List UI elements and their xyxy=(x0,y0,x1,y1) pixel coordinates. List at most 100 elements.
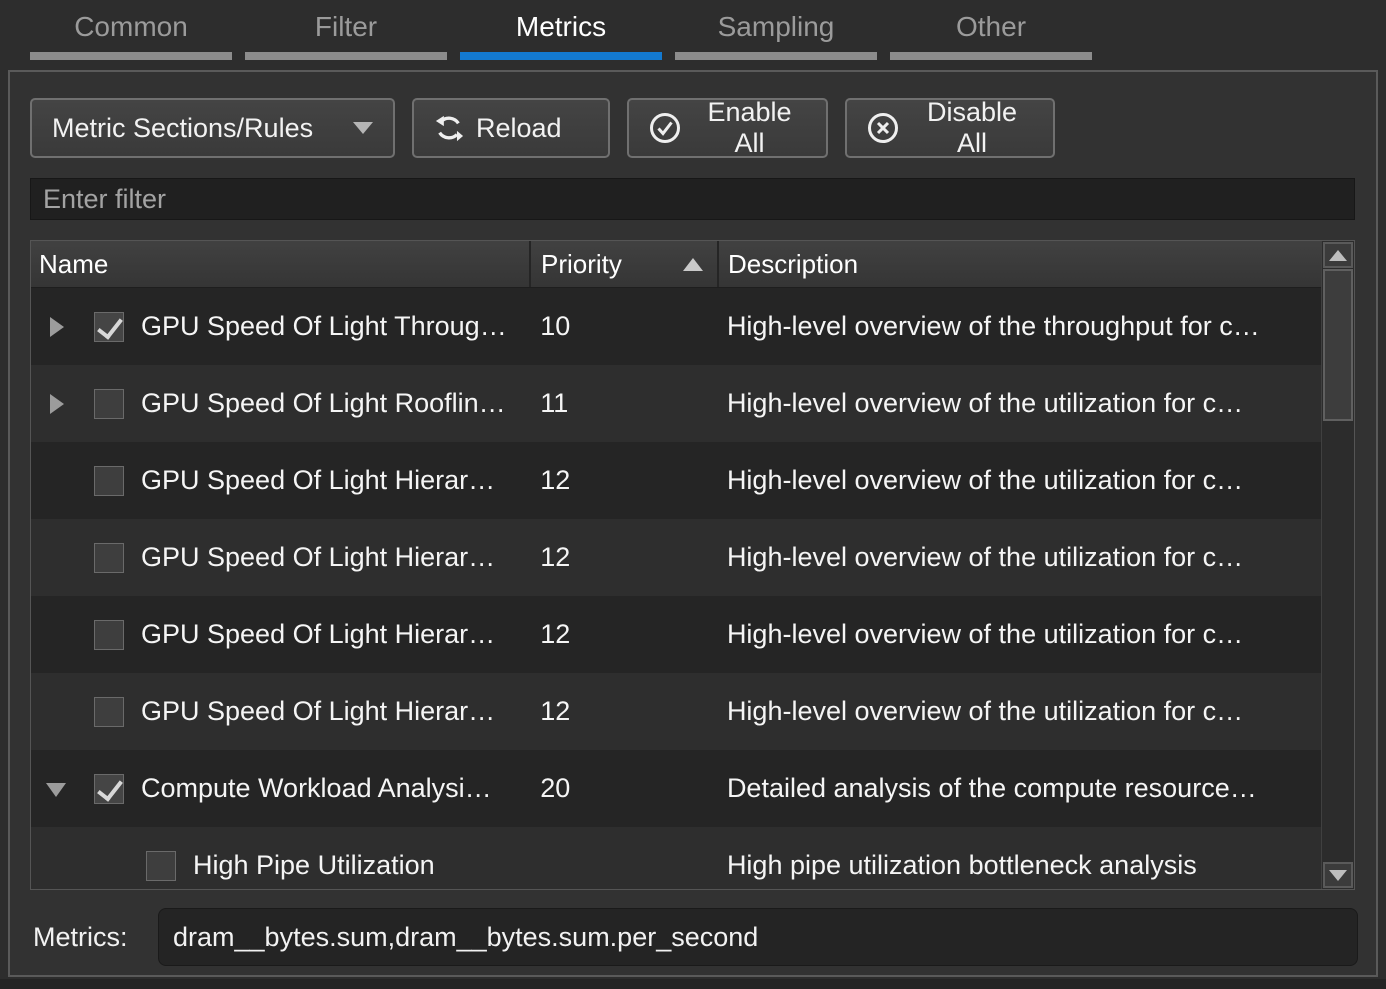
row-checkbox[interactable] xyxy=(94,312,124,342)
row-priority-cell: 12 xyxy=(530,596,718,673)
expander-icon[interactable] xyxy=(49,470,65,492)
reload-icon xyxy=(434,113,464,143)
row-checkbox[interactable] xyxy=(94,389,124,419)
tab-label: Common xyxy=(74,11,188,42)
row-name-label: GPU Speed Of Light Hierar… xyxy=(141,619,495,650)
row-description-cell: High-level overview of the utilization f… xyxy=(718,365,1321,442)
disable-all-button[interactable]: Disable All xyxy=(845,98,1055,158)
tab-bar: Common Filter Metrics Sampling Other xyxy=(30,0,1105,60)
enable-all-button-label: Enable All xyxy=(693,97,806,159)
scrollbar-thumb[interactable] xyxy=(1323,269,1353,421)
row-name-cell: GPU Speed Of Light Hierar… xyxy=(31,596,530,673)
tab-filter[interactable]: Filter xyxy=(245,0,447,60)
disable-all-button-label: Disable All xyxy=(911,97,1033,159)
row-name-label: High Pipe Utilization xyxy=(193,850,435,881)
row-checkbox[interactable] xyxy=(94,620,124,650)
expander-icon[interactable] xyxy=(49,547,65,569)
row-name-label: GPU Speed Of Light Hierar… xyxy=(141,465,495,496)
tab-label: Filter xyxy=(315,11,377,42)
expander-icon[interactable] xyxy=(101,855,117,877)
table-row[interactable]: Compute Workload Analysi… 20 Detailed an… xyxy=(31,750,1321,827)
row-checkbox[interactable] xyxy=(94,543,124,573)
row-priority-cell: 11 xyxy=(530,365,718,442)
metrics-panel: Metric Sections/Rules Reload Enable All xyxy=(8,70,1378,977)
tab-metrics[interactable]: Metrics xyxy=(460,0,662,60)
tab-underline xyxy=(245,52,447,60)
filter-input[interactable] xyxy=(30,178,1355,220)
row-checkbox[interactable] xyxy=(94,466,124,496)
scrollbar-up-button[interactable] xyxy=(1323,242,1353,268)
column-header-description[interactable]: Description xyxy=(719,241,1323,287)
row-description-cell: Detailed analysis of the compute resourc… xyxy=(718,750,1321,827)
tab-underline xyxy=(460,52,662,60)
row-description-cell: High-level overview of the utilization f… xyxy=(718,519,1321,596)
row-priority-cell xyxy=(530,827,718,889)
row-description-cell: High-level overview of the utilization f… xyxy=(718,673,1321,750)
row-priority-cell: 12 xyxy=(530,673,718,750)
expander-icon[interactable] xyxy=(49,624,65,646)
table-row[interactable]: GPU Speed Of Light Throug… 10 High-level… xyxy=(31,288,1321,365)
vertical-scrollbar[interactable] xyxy=(1321,241,1354,889)
row-priority-cell: 20 xyxy=(530,750,718,827)
tab-other[interactable]: Other xyxy=(890,0,1092,60)
bottom-strip xyxy=(0,979,1386,989)
chevron-down-icon xyxy=(353,122,373,134)
tab-underline xyxy=(675,52,877,60)
reload-button-label: Reload xyxy=(476,113,562,144)
sort-ascending-icon xyxy=(683,258,703,271)
row-name-label: GPU Speed Of Light Hierar… xyxy=(141,542,495,573)
tab-common[interactable]: Common xyxy=(30,0,232,60)
table-row[interactable]: GPU Speed Of Light Hierar… 12 High-level… xyxy=(31,596,1321,673)
column-header-name[interactable]: Name xyxy=(31,241,531,287)
metrics-label: Metrics: xyxy=(33,908,128,966)
row-name-cell: GPU Speed Of Light Rooflin… xyxy=(31,365,530,442)
row-name-label: GPU Speed Of Light Throug… xyxy=(141,311,507,342)
row-checkbox[interactable] xyxy=(94,697,124,727)
metrics-table: Name Priority Description GPU Speed Of L… xyxy=(30,240,1355,890)
metrics-options-dialog: Common Filter Metrics Sampling Other Met… xyxy=(0,0,1386,989)
row-description-cell: High-level overview of the utilization f… xyxy=(718,596,1321,673)
expander-icon[interactable] xyxy=(49,778,65,800)
table-row[interactable]: GPU Speed Of Light Hierar… 12 High-level… xyxy=(31,519,1321,596)
table-header: Name Priority Description xyxy=(31,241,1354,288)
table-row[interactable]: GPU Speed Of Light Hierar… 12 High-level… xyxy=(31,442,1321,519)
row-checkbox[interactable] xyxy=(146,851,176,881)
row-name-label: GPU Speed Of Light Hierar… xyxy=(141,696,495,727)
scroll-up-icon xyxy=(1329,250,1347,261)
column-header-priority-label: Priority xyxy=(541,249,622,280)
column-header-priority[interactable]: Priority xyxy=(531,241,719,287)
row-name-cell: GPU Speed Of Light Hierar… xyxy=(31,673,530,750)
tab-label: Sampling xyxy=(718,11,835,42)
reload-button[interactable]: Reload xyxy=(412,98,610,158)
scrollbar-down-button[interactable] xyxy=(1323,862,1353,888)
table-row[interactable]: High Pipe Utilization High pipe utilizat… xyxy=(31,827,1321,889)
tab-sampling[interactable]: Sampling xyxy=(675,0,877,60)
tab-underline xyxy=(30,52,232,60)
tab-label: Other xyxy=(956,11,1026,42)
metric-sections-dropdown[interactable]: Metric Sections/Rules xyxy=(30,98,395,158)
row-priority-cell: 12 xyxy=(530,442,718,519)
row-name-cell: High Pipe Utilization xyxy=(31,827,530,889)
row-checkbox[interactable] xyxy=(94,774,124,804)
table-row[interactable]: GPU Speed Of Light Hierar… 12 High-level… xyxy=(31,673,1321,750)
expander-icon[interactable] xyxy=(49,316,65,338)
enable-all-button[interactable]: Enable All xyxy=(627,98,828,158)
check-circle-icon xyxy=(649,112,681,144)
row-description-cell: High-level overview of the utilization f… xyxy=(718,442,1321,519)
row-name-label: Compute Workload Analysi… xyxy=(141,773,492,804)
tab-underline xyxy=(890,52,1092,60)
row-description-cell: High pipe utilization bottleneck analysi… xyxy=(718,827,1321,889)
expander-icon[interactable] xyxy=(49,393,65,415)
toolbar: Metric Sections/Rules Reload Enable All xyxy=(30,98,1055,158)
scroll-down-icon xyxy=(1329,870,1347,881)
row-priority-cell: 12 xyxy=(530,519,718,596)
metrics-input[interactable] xyxy=(158,908,1358,966)
column-header-description-label: Description xyxy=(728,249,858,280)
row-name-label: GPU Speed Of Light Rooflin… xyxy=(141,388,506,419)
table-body: GPU Speed Of Light Throug… 10 High-level… xyxy=(31,288,1321,889)
row-priority-cell: 10 xyxy=(530,288,718,365)
row-name-cell: GPU Speed Of Light Hierar… xyxy=(31,519,530,596)
metric-sections-dropdown-label: Metric Sections/Rules xyxy=(52,113,313,144)
table-row[interactable]: GPU Speed Of Light Rooflin… 11 High-leve… xyxy=(31,365,1321,442)
expander-icon[interactable] xyxy=(49,701,65,723)
